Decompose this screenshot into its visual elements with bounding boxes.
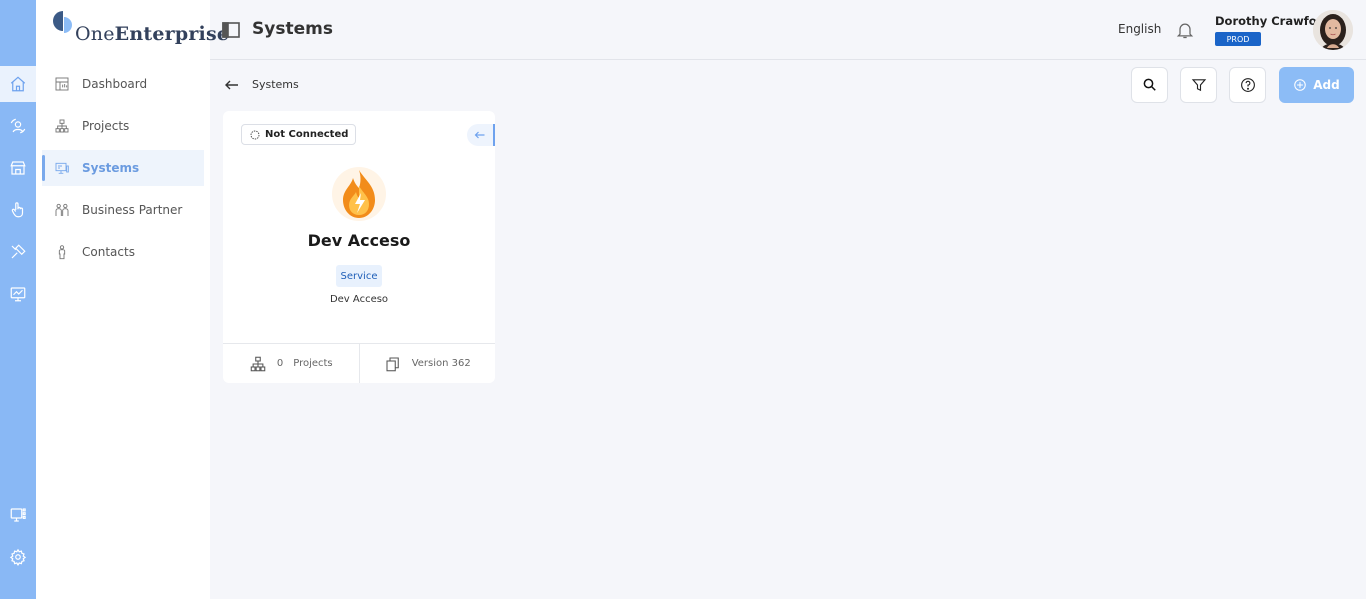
sidebar-item-label: Projects <box>82 119 130 133</box>
top-header: Systems English Dorothy Crawford PROD <box>210 0 1366 60</box>
sidebar-item-label: Dashboard <box>82 77 148 91</box>
systems-icon <box>55 162 69 174</box>
logo-text: OneEnterprise <box>75 23 230 45</box>
help-icon <box>1240 78 1255 92</box>
system-type-tag: Service <box>336 265 382 287</box>
environment-badge: PROD <box>1215 32 1261 46</box>
bell-icon[interactable] <box>1175 20 1195 40</box>
tools-icon[interactable] <box>0 234 36 270</box>
user-switch-icon[interactable] <box>0 108 36 144</box>
system-card[interactable]: Not Connected Dev Acceso Service Dev Acc… <box>223 111 495 383</box>
card-footer: 0 Projects Version 362 <box>223 343 495 383</box>
sidebar-item-label: Business Partner <box>82 203 183 217</box>
back-arrow-icon[interactable] <box>224 77 240 93</box>
app-logo[interactable]: OneEnterprise <box>52 10 229 46</box>
hand-pointer-icon[interactable] <box>0 192 36 228</box>
store-icon[interactable] <box>0 150 36 186</box>
arrow-left-icon <box>474 131 485 139</box>
projects-count-value: 0 <box>276 358 284 369</box>
home-icon[interactable] <box>0 66 36 102</box>
sitemap-icon <box>250 356 266 371</box>
sidebar-item-business-partner[interactable]: Business Partner <box>42 192 204 228</box>
sidebar-item-label: Contacts <box>82 245 135 259</box>
add-button-label: Add <box>1313 78 1340 92</box>
system-name: Dev Acceso <box>307 231 411 250</box>
system-description: Dev Acceso <box>329 294 389 305</box>
disconnected-icon <box>250 130 260 139</box>
filter-button[interactable] <box>1180 67 1217 103</box>
language-selector[interactable]: English <box>1118 22 1161 36</box>
add-button[interactable]: Add <box>1279 67 1354 103</box>
logo-mark-icon <box>52 11 74 45</box>
version-info[interactable]: Version 362 <box>358 344 496 383</box>
sidebar-item-dashboard[interactable]: Dashboard <box>42 66 204 102</box>
sidebar-item-systems[interactable]: Systems <box>42 150 204 186</box>
dashboard-icon <box>55 77 69 91</box>
help-button[interactable] <box>1229 67 1266 103</box>
search-button[interactable] <box>1131 67 1168 103</box>
avatar[interactable] <box>1313 10 1353 50</box>
person-icon <box>58 245 66 260</box>
sidebar: OneEnterprise Dashboard Projects Systems… <box>36 0 229 599</box>
filter-icon <box>1191 79 1206 92</box>
projects-count-label: Projects <box>293 358 333 369</box>
sidebar-item-projects[interactable]: Projects <box>42 108 204 144</box>
sidebar-item-contacts[interactable]: Contacts <box>42 234 204 270</box>
gear-icon[interactable] <box>0 539 36 575</box>
breadcrumb[interactable]: Systems <box>252 78 299 91</box>
flame-logo-icon <box>332 167 386 221</box>
monitor-chart-icon[interactable] <box>0 276 36 312</box>
sidebar-toggle-icon[interactable] <box>222 22 240 38</box>
icon-rail <box>0 0 36 599</box>
projects-count[interactable]: 0 Projects <box>223 344 359 383</box>
status-badge: Not Connected <box>241 124 357 145</box>
page-title: Systems <box>252 19 333 39</box>
plus-circle-icon <box>1294 79 1307 91</box>
status-text: Not Connected <box>265 129 349 140</box>
collapse-card-button[interactable] <box>467 124 495 146</box>
sidebar-item-label: Systems <box>82 161 140 175</box>
version-label: Version 362 <box>411 358 471 369</box>
copy-icon <box>386 356 399 371</box>
partners-icon <box>55 203 69 216</box>
search-icon <box>1143 78 1156 91</box>
sitemap-icon <box>55 119 69 133</box>
monitor-grid-icon[interactable] <box>0 497 36 533</box>
